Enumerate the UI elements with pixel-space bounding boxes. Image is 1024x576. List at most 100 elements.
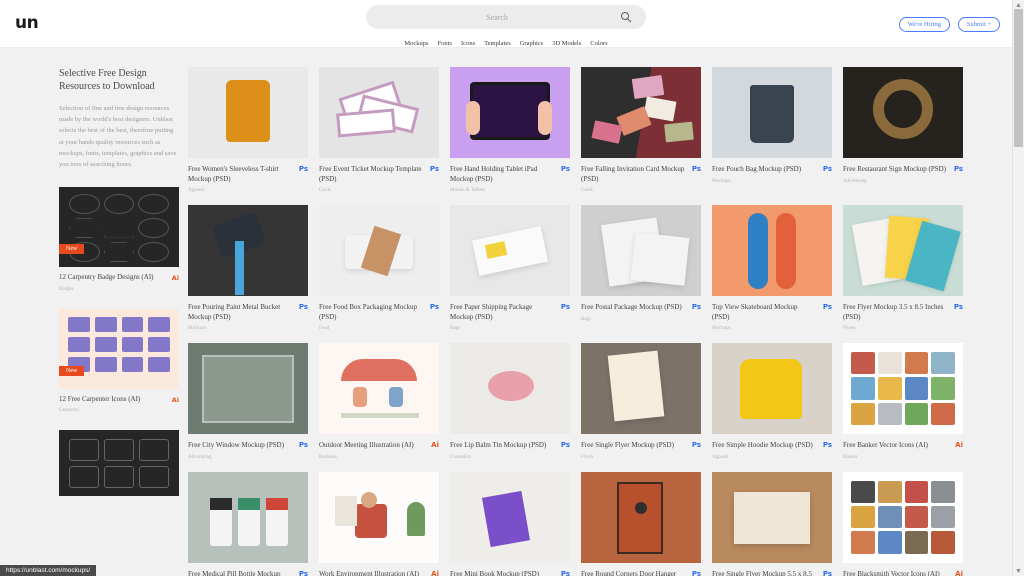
thumbnail-ipad[interactable] [450,67,570,158]
grid-card[interactable]: Free Restaurant Sign Mockup (PSD) Ps Adv… [843,67,963,193]
ticket-art [336,108,396,138]
were-hiring-button[interactable]: We're Hiring [898,17,950,32]
thumbnail-banker-icons[interactable] [843,343,963,434]
card-title: Free Food Box Packaging Mockup (PSD) Ps [319,303,439,322]
nav-item-graphics[interactable]: Graphics [520,40,543,47]
thumbnail-outdoor-meeting[interactable] [319,343,439,434]
grid-card[interactable]: Free Simple Hoodie Mockup (PSD) Ps Appar… [712,343,832,460]
ps-tag-icon: Ps [298,165,308,173]
grid-card[interactable]: Free Single Flyer Mockup 5.5 x 8.5 Inche… [712,471,832,576]
ps-tag-icon: Ps [429,165,439,173]
thumbnail-blacksmith-icons[interactable] [843,471,963,563]
grid-card[interactable]: Free Single Flyer Mockup (PSD) Ps Flyers [581,343,701,460]
thumbnail-craftsman-badges[interactable] [59,430,179,497]
thumbnail-event-ticket[interactable] [319,67,439,158]
thumbnail-mini-book[interactable] [450,471,570,563]
grid-card[interactable]: Free Medical Pill Bottle Mockup (PSD) Ps [188,471,308,576]
thumbnail-invitation-card[interactable] [581,67,701,158]
card-category: Apparel [188,188,205,193]
sidebar-card-title-text: 12 Carpentry Badge Designs (AI) [59,273,154,282]
grid-card[interactable]: Free Event Ticket Mockup Template (PSD) … [319,67,439,193]
search-icon[interactable] [620,11,632,23]
nav-item-3d-models[interactable]: 3D Models [552,40,581,47]
search-bar[interactable] [366,5,646,29]
card-title-text: Free Pouch Bag Mockup (PSD) [712,165,802,173]
submit-button[interactable]: Submit + [957,17,1000,32]
card-title-text: Free Falling Invitation Card Mockup (PSD… [581,165,685,183]
page-scrollbar[interactable]: ▲ ▼ [1012,0,1024,576]
grid-card[interactable]: Free Blacksmith Vector Icons (AI) Ai Bla… [843,471,963,576]
grid-card[interactable]: Free Falling Invitation Card Mockup (PSD… [581,67,701,193]
card-title-text: Outdoor Meeting Illustration (AI) [319,441,414,449]
nav-item-mockups[interactable]: Mockups [404,40,428,47]
scroll-down-icon[interactable]: ▼ [1015,567,1022,575]
card-title-text: Free City Window Mockup (PSD) [188,441,285,449]
grid-card[interactable]: Free Mini Book Mockup (PSD) Ps [450,471,570,576]
thumbnail-shipping-package[interactable] [450,205,570,296]
grid-card[interactable]: Free Food Box Packaging Mockup (PSD) Ps … [319,205,439,331]
grid-card[interactable]: Work Environment Illustration (AI) Ai [319,471,439,576]
thumbnail-skateboard[interactable] [712,205,832,296]
thumbnail-carpenter-icons[interactable]: New [59,308,179,389]
ps-tag-icon: Ps [298,303,308,311]
thumbnail-city-window[interactable] [188,343,308,434]
thumbnail-hoodie[interactable] [712,343,832,434]
card-art [631,75,665,99]
grid-card[interactable]: Free Round Corners Door Hanger Mockup (P… [581,471,701,576]
thumbnail-door-hanger[interactable] [581,471,701,563]
nav-item-templates[interactable]: Templates [484,40,511,47]
grid-card[interactable]: Free Hand Holding Tablet iPad Mockup (PS… [450,67,570,193]
wreath-art [873,79,933,139]
thumbnail-single-flyer[interactable] [581,343,701,434]
thumbnail-paint-bucket[interactable] [188,205,308,296]
card-title-text: Free Banker Vector Icons (AI) [843,441,929,449]
sidebar-card-carpenter-icons[interactable]: New 12 Free Carpenter Icons (AI) Ai Carp… [59,308,179,413]
thumbnail-pill-bottle[interactable] [188,471,308,563]
thumbnail-flyer-35x85[interactable] [843,205,963,296]
badge-art [59,187,179,267]
grid-card[interactable]: Free Banker Vector Icons (AI) Ai Banker [843,343,963,460]
grid-card[interactable]: Free Postal Package Mockup (PSD) Ps Bags [581,205,701,331]
thumbnail-restaurant-sign[interactable] [843,67,963,158]
grid-card[interactable]: Free City Window Mockup (PSD) Ps Adverti… [188,343,308,460]
hand-art [466,101,480,135]
sidebar-card-title: 12 Carpentry Badge Designs (AI) Ai [59,273,179,283]
card-category: Business [319,454,337,460]
sidebar-card-carpentry-badges[interactable]: New 12 Carpentry Badge Designs (AI) Ai B… [59,187,179,292]
card-title-text: Free Pouring Paint Metal Bucket Mockup (… [188,303,281,321]
nav-item-fonts[interactable]: Fonts [438,40,452,47]
card-art [664,121,694,143]
nav-item-icons[interactable]: Icons [461,40,475,47]
thumbnail-work-environment[interactable] [319,471,439,563]
ps-tag-icon: Ps [429,303,439,311]
grid-card[interactable]: Free Paper Shipping Package Mockup (PSD)… [450,205,570,331]
search-input[interactable] [366,5,646,29]
site-logo[interactable]: un [15,13,39,33]
card-title-text: Free Postal Package Mockup (PSD) [581,303,682,311]
scrollbar-thumb[interactable] [1014,9,1023,147]
thumbnail-food-box[interactable] [319,205,439,296]
grid-card[interactable]: Free Flyer Mockup 3.5 x 8.5 Inches (PSD)… [843,205,963,331]
grid-card[interactable]: Free Pouring Paint Metal Bucket Mockup (… [188,205,308,331]
card-title-text: Free Round Corners Door Hanger Mockup (P… [581,569,677,576]
grid-card[interactable]: Free Pouch Bag Mockup (PSD) Ps Mockups [712,67,832,193]
scroll-up-icon[interactable]: ▲ [1015,1,1022,9]
thumbnail-pouch-bag[interactable] [712,67,832,158]
card-title: Free Falling Invitation Card Mockup (PSD… [581,165,701,184]
card-title: Top View Skateboard Mockup (PSD) Ps [712,303,832,322]
card-title: Free Hand Holding Tablet iPad Mockup (PS… [450,165,570,184]
grid-card[interactable]: Outdoor Meeting Illustration (AI) Ai Bus… [319,343,439,460]
nav-item-colors[interactable]: Colors [590,40,607,47]
ai-tag-icon: Ai [171,274,179,283]
thumbnail-tshirt[interactable] [188,67,308,158]
thumbnail-lip-balm[interactable] [450,343,570,434]
grid-card[interactable]: Top View Skateboard Mockup (PSD) Ps Mock… [712,205,832,331]
grid-card[interactable]: Free Women's Sleeveless T-shirt Mockup (… [188,67,308,193]
thumbnail-carpentry-badges[interactable]: New [59,187,179,268]
resource-grid: Free Women's Sleeveless T-shirt Mockup (… [188,67,963,576]
sidebar-card-craftsman-badges[interactable] [59,430,179,497]
grid-card[interactable]: Free Lip Balm Tin Mockup (PSD) Ps Cosmet… [450,343,570,460]
thumbnail-postal-package[interactable] [581,205,701,296]
thumbnail-flyer-55x85[interactable] [712,471,832,563]
ai-tag-icon: Ai [955,441,963,449]
